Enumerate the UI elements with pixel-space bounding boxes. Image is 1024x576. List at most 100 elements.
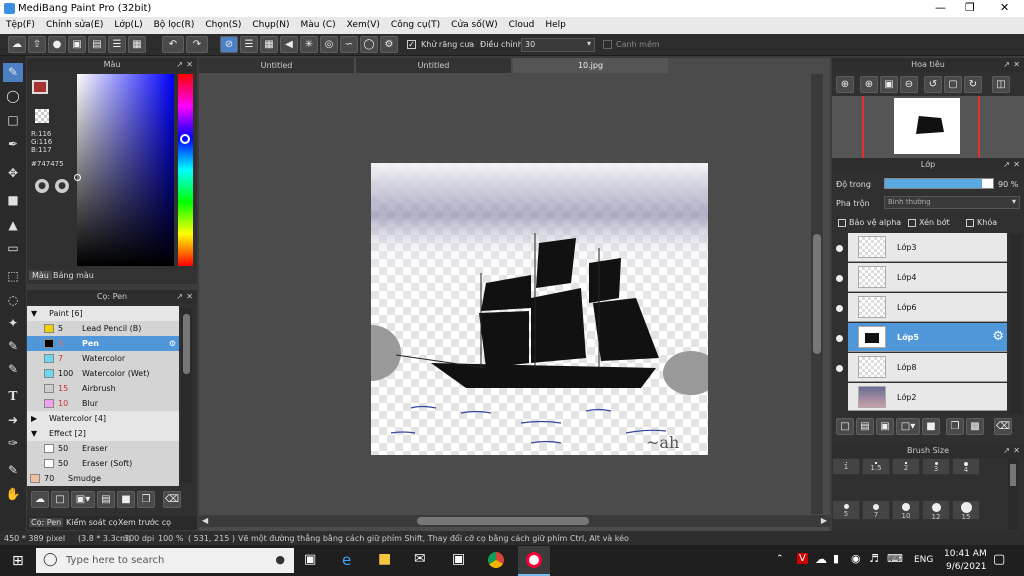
menu-select[interactable]: Chọn(S): [199, 17, 246, 30]
clipping-checkbox[interactable]: [908, 219, 916, 227]
brush-size-cell[interactable]: 4: [952, 458, 980, 475]
menu-snap[interactable]: Chụp(N): [246, 17, 294, 30]
eyedropper-tool-icon[interactable]: ✑: [3, 434, 23, 453]
layer-row[interactable]: Lớp2: [848, 383, 1007, 411]
brush-size-cell[interactable]: 15: [952, 500, 980, 521]
maximize-icon[interactable]: ❐: [965, 1, 975, 14]
menu-tools[interactable]: Công cụ(T): [385, 17, 445, 30]
popout-icon[interactable]: ↗: [176, 290, 183, 304]
menu-help[interactable]: Help: [539, 17, 571, 30]
folder-icon[interactable]: ■: [117, 491, 135, 508]
windows-start-icon[interactable]: ⊞: [12, 553, 24, 569]
document-icon[interactable]: ▤: [88, 36, 106, 53]
layer-row[interactable]: Lớp4: [848, 263, 1007, 292]
comment-icon[interactable]: ●: [48, 36, 66, 53]
crisscross-snap-icon[interactable]: ▦: [260, 36, 278, 53]
canvas-area[interactable]: Untitled Untitled 10.jpg ~ah ◀ ▶: [199, 58, 830, 533]
message-icon[interactable]: ▣: [68, 36, 86, 53]
lock-checkbox[interactable]: [966, 219, 974, 227]
eye-icon[interactable]: [836, 305, 843, 312]
redo-icon[interactable]: ↷: [186, 36, 208, 53]
store-icon[interactable]: ▣: [452, 551, 465, 567]
artwork-canvas[interactable]: ~ah: [371, 163, 708, 455]
close-panel-icon[interactable]: ✕: [1013, 58, 1020, 72]
brush-size-scrollbar[interactable]: [1008, 458, 1018, 530]
new-layer-icon[interactable]: □: [836, 418, 854, 435]
zoom-in-icon[interactable]: ⊕: [860, 76, 878, 93]
ellipse-snap-icon[interactable]: ◯: [360, 36, 378, 53]
fit-icon[interactable]: ▣: [880, 76, 898, 93]
brush-item[interactable]: 100 Watercolor (Wet): [27, 366, 179, 381]
brush-item[interactable]: 10 Blur: [27, 396, 179, 411]
popout-icon[interactable]: ↗: [1003, 158, 1010, 172]
taskbar-search[interactable]: ◯ Type here to search ●: [36, 548, 294, 573]
fill-rect-tool-icon[interactable]: ■: [3, 191, 23, 210]
rotate-right-icon[interactable]: ↻: [964, 76, 982, 93]
blend-select[interactable]: Bình thường ▾: [884, 196, 1020, 209]
grid-icon[interactable]: ▦: [128, 36, 146, 53]
snap-off-icon[interactable]: ⊘: [220, 36, 238, 53]
menu-layer[interactable]: Lớp(L): [108, 17, 147, 30]
brush-group-paint[interactable]: ▼ Paint [6]: [27, 306, 179, 321]
popout-icon[interactable]: ↗: [176, 58, 183, 72]
brush-size-cell[interactable]: 1.5: [862, 458, 890, 475]
gear-icon[interactable]: ⚙: [169, 336, 176, 351]
menu-file[interactable]: Tệp(F): [0, 17, 40, 30]
undo-icon[interactable]: ↶: [162, 36, 184, 53]
doc-tab-active[interactable]: 10.jpg: [513, 58, 668, 73]
layer-row[interactable]: Lớp3: [848, 233, 1007, 262]
color-add-icon[interactable]: ●: [55, 179, 69, 193]
cloud-icon[interactable]: ☁: [8, 36, 26, 53]
scroll-right-icon[interactable]: ▶: [821, 516, 827, 525]
network-icon[interactable]: ◉: [851, 552, 861, 565]
transparent-color-swatch[interactable]: [35, 109, 49, 123]
add-layer-menu-icon[interactable]: □▾: [896, 418, 920, 435]
layer-row[interactable]: Lớp8: [848, 353, 1007, 382]
scroll-left-icon[interactable]: ◀: [202, 516, 208, 525]
new-1bit-layer-icon[interactable]: ▣: [876, 418, 894, 435]
select-eraser-icon[interactable]: ✎: [3, 360, 23, 379]
eye-icon[interactable]: [836, 275, 843, 282]
brush-item[interactable]: 15 Airbrush: [27, 381, 179, 396]
tray-chevron-icon[interactable]: ⌃: [776, 554, 784, 564]
doc-tab[interactable]: Untitled: [199, 58, 354, 73]
medibang-taskbar-icon[interactable]: [518, 546, 550, 576]
magic-wand-icon[interactable]: ✦: [3, 314, 23, 333]
layer-scrollbar[interactable]: [1010, 234, 1022, 414]
popout-icon[interactable]: ↗: [1003, 58, 1010, 72]
vanishing-snap-icon[interactable]: ◀: [280, 36, 298, 53]
layer-row[interactable]: Lớp6: [848, 293, 1007, 322]
select-tool-icon[interactable]: ⬚: [3, 267, 23, 286]
zoom-out-icon[interactable]: ⊖: [900, 76, 918, 93]
close-panel-icon[interactable]: ✕: [186, 58, 193, 72]
protect-alpha-checkbox[interactable]: [838, 219, 846, 227]
menu-view[interactable]: Xem(V): [341, 17, 385, 30]
share-icon[interactable]: ⇧: [28, 36, 46, 53]
zoom-in-icon[interactable]: ⊕: [836, 76, 854, 93]
snap-checkbox[interactable]: [603, 40, 612, 49]
brush-tool-icon[interactable]: ✎: [3, 63, 23, 82]
curve-snap-icon[interactable]: ∽: [340, 36, 358, 53]
reset-rotation-icon[interactable]: ▢: [944, 76, 962, 93]
clock-time[interactable]: 10:41 AM: [944, 549, 987, 559]
primary-color-swatch[interactable]: [32, 80, 48, 94]
brush-item[interactable]: 70 Smudge: [27, 471, 179, 486]
bucket-tool-icon[interactable]: ▲: [3, 216, 23, 235]
gear-icon[interactable]: ⚙: [992, 329, 1004, 344]
onedrive-icon[interactable]: ☁: [815, 552, 827, 566]
merge-icon[interactable]: ▩: [966, 418, 984, 435]
eye-icon[interactable]: [836, 335, 843, 342]
file-explorer-icon[interactable]: ■: [378, 551, 391, 567]
duplicate-icon[interactable]: ❐: [137, 491, 155, 508]
move-tool-icon[interactable]: ✥: [3, 164, 23, 183]
circle-snap-icon[interactable]: ◎: [320, 36, 338, 53]
minimize-icon[interactable]: —: [935, 1, 946, 14]
saturation-value-picker[interactable]: [77, 74, 174, 266]
brush-size-cell[interactable]: 12: [922, 500, 950, 521]
tab-brush-preview[interactable]: Xem trước cọ: [118, 518, 171, 527]
close-panel-icon[interactable]: ✕: [1013, 444, 1020, 458]
close-panel-icon[interactable]: ✕: [1013, 158, 1020, 172]
microphone-icon[interactable]: ●: [275, 553, 285, 566]
settings-icon[interactable]: ⚙: [380, 36, 398, 53]
scroll-thumb[interactable]: [813, 234, 821, 354]
